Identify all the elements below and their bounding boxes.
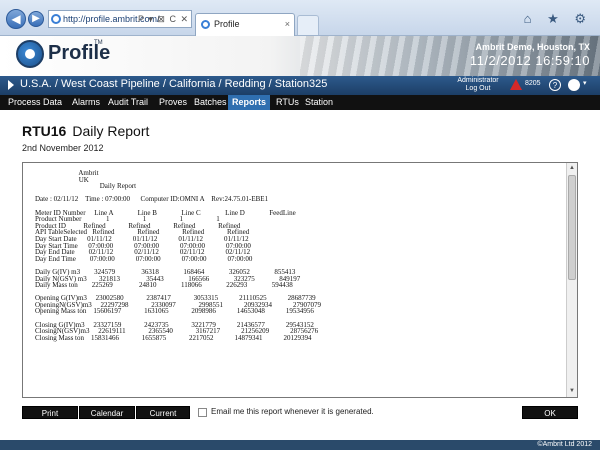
home-star-gear-icon[interactable]: ⌂ ★ ⚙ [524,11,592,27]
breadcrumb[interactable]: U.S.A. / West Coast Pipeline / Californi… [20,78,327,90]
address-tools-icon[interactable]: P ▾ ⊠ C ✕ [138,11,189,27]
report-line: Date : 02/11/12 Time : 07:00:00 Computer… [35,195,269,204]
report-text: Ambrit UK Daily Report Date : 02/11/12 Ti… [35,170,563,341]
forward-arrow-icon: ▶ [32,13,40,24]
ok-button[interactable]: OK [522,406,578,419]
main-content: RTU16 Daily Report 2nd November 2012 Ambr… [0,110,600,440]
menu-station[interactable]: Station [301,95,337,110]
breadcrumb-bar: U.S.A. / West Coast Pipeline / Californi… [0,76,600,95]
report-line: Opening Mass ton 15606197 1631065 209898… [35,307,314,316]
company-name: Ambrit Demo, Houston, TX [475,42,591,52]
menu-process-data[interactable]: Process Data [4,95,66,110]
current-button[interactable]: Current [136,406,190,419]
report-line: Day End Time 07:00:00 07:00:00 07:00:00 … [35,254,253,263]
help-icon[interactable]: ? [549,79,561,91]
report-line: Closing Mass ton 15831466 1655875 221705… [35,333,312,342]
menu-reports[interactable]: Reports [228,95,271,110]
browser-chrome: ◀ ▶ http://profile.ambrit.com/ P ▾ ⊠ C ✕… [0,0,600,36]
scroll-down-icon[interactable]: ▼ [568,387,576,396]
menu-proves[interactable]: Proves [155,95,191,110]
user-name: Administrator [457,77,499,84]
tab-ie-icon [201,20,210,29]
calendar-button[interactable]: Calendar [79,406,135,419]
chevron-down-icon[interactable]: ▾ [583,79,587,87]
report-scrollbar[interactable]: ▲ ▼ [566,163,577,397]
menu-batches[interactable]: Batches [190,95,231,110]
back-arrow-icon: ◀ [11,12,21,26]
breadcrumb-arrow-icon[interactable] [8,80,14,90]
report-line: Ambrit [35,169,99,177]
email-report-checkbox[interactable] [198,408,207,417]
address-bar[interactable]: http://profile.ambrit.com/ P ▾ ⊠ C ✕ [48,10,192,28]
logout-link[interactable]: Log Out [448,85,508,93]
menu-alarms[interactable]: Alarms [68,95,104,110]
new-tab-button[interactable] [297,15,319,35]
report-viewer[interactable]: Ambrit UK Daily Report Date : 02/11/12 Ti… [22,162,578,398]
report-title: Daily Report [72,123,150,139]
main-menu: Process Data Alarms Audit Trail Proves B… [0,95,600,110]
tab-title: Profile [214,19,240,29]
alarm-warning-icon[interactable] [510,79,522,90]
tab-close-icon[interactable]: × [285,14,290,34]
back-button[interactable]: ◀ [6,9,26,29]
forward-button[interactable]: ▶ [28,11,44,27]
profile-logo-icon [16,40,44,68]
ie-icon [51,14,61,24]
print-button[interactable]: Print [22,406,78,419]
copyright: ©Ambrit Ltd 2012 [537,441,592,448]
page-title: RTU16 Daily Report [22,123,149,139]
settings-icon[interactable] [568,79,580,91]
report-date: 2nd November 2012 [22,143,104,153]
footer: ©Ambrit Ltd 2012 [0,440,600,450]
menu-audit-trail[interactable]: Audit Trail [104,95,152,110]
email-report-label: Email me this report whenever it is gene… [211,407,374,416]
logo-trademark: TM [94,40,103,46]
current-datetime: 11/2/2012 16:59:10 [469,53,590,68]
report-line: Daily Mass ton 225269 24810 118066 22629… [35,281,293,290]
user-menu[interactable]: Administrator Log Out [448,77,508,93]
rtu-name: RTU16 [22,123,67,139]
menu-rtus[interactable]: RTUs [272,95,303,110]
scroll-thumb[interactable] [568,175,576,280]
alarm-count[interactable]: 8205 [525,80,541,87]
scroll-up-icon[interactable]: ▲ [568,164,576,173]
browser-tab[interactable]: Profile × [195,13,295,36]
report-line: Daily Report [35,182,137,191]
